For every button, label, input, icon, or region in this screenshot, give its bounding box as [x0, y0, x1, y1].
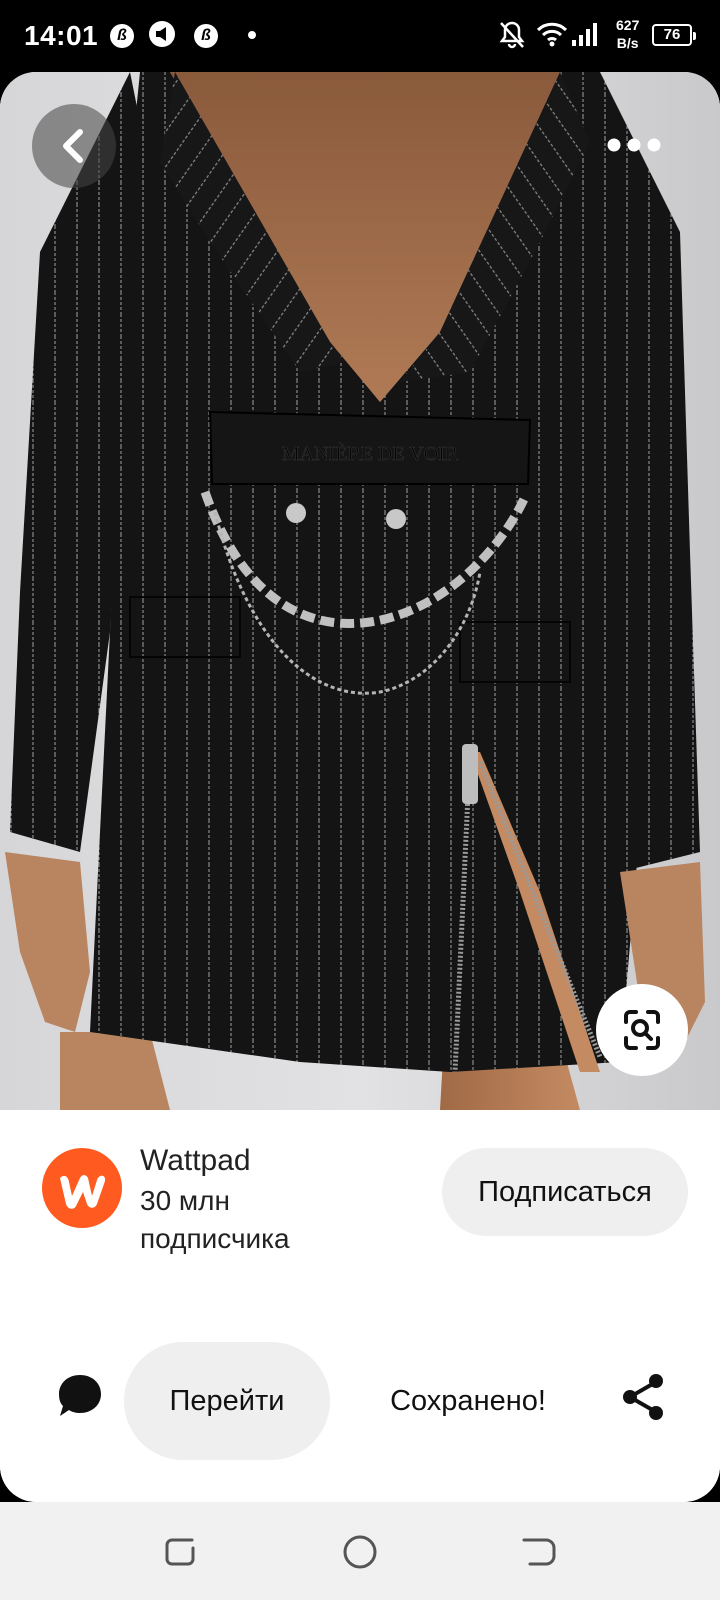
- pin-image[interactable]: MANIÈRE DE VOIR: [0, 72, 720, 1110]
- status-bar: 14:01 ß ß 627 B/s 76: [0, 0, 720, 72]
- more-notifications-dot: [248, 31, 256, 39]
- creator-row: Wattpad 30 млн подписчика Подписаться: [0, 1110, 720, 1330]
- recent-apps-button[interactable]: [158, 1530, 202, 1574]
- belt-brand-text: MANIÈRE DE VOIR: [282, 442, 459, 465]
- chevron-left-icon: [63, 129, 83, 163]
- status-time: 14:01: [24, 20, 99, 51]
- megaphone-icon: [148, 20, 176, 48]
- visual-search-button[interactable]: [596, 984, 688, 1076]
- back-arrow-icon: [522, 1538, 556, 1566]
- comment-icon: [59, 1375, 101, 1416]
- more-options-button[interactable]: [604, 130, 664, 160]
- b-circle-icon: ß: [194, 24, 218, 48]
- more-dots-icon: [607, 138, 661, 152]
- back-button[interactable]: [32, 104, 116, 188]
- wattpad-logo-icon: [60, 1175, 106, 1209]
- subscribe-button[interactable]: Подписаться: [442, 1148, 688, 1236]
- creator-avatar[interactable]: [42, 1148, 122, 1228]
- signal-icon: [570, 22, 598, 48]
- bell-off-icon: [498, 20, 526, 50]
- recents-icon: [165, 1538, 195, 1566]
- system-back-button[interactable]: [518, 1530, 562, 1574]
- home-circle-icon: [343, 1535, 377, 1569]
- b-circle-icon: ß: [110, 24, 134, 48]
- wifi-icon: [536, 20, 568, 48]
- saved-button[interactable]: Сохранено!: [370, 1342, 566, 1460]
- pin-card: MANIÈRE DE VOIR Wattpad 30 млн подписчик…: [0, 72, 720, 1502]
- share-icon: [623, 1374, 663, 1420]
- battery-indicator: 76: [652, 24, 696, 46]
- system-nav-bar: [0, 1502, 720, 1600]
- comment-button[interactable]: [56, 1372, 104, 1420]
- creator-subscribers: 30 млн подписчика: [140, 1185, 290, 1254]
- share-button[interactable]: [618, 1372, 668, 1422]
- network-speed: 627 B/s: [616, 17, 640, 51]
- lens-search-icon: [624, 1010, 660, 1050]
- creator-name[interactable]: Wattpad: [140, 1144, 251, 1178]
- visit-button[interactable]: Перейти: [124, 1342, 330, 1460]
- home-button[interactable]: [338, 1530, 382, 1574]
- action-bar: Перейти Сохранено!: [0, 1324, 720, 1502]
